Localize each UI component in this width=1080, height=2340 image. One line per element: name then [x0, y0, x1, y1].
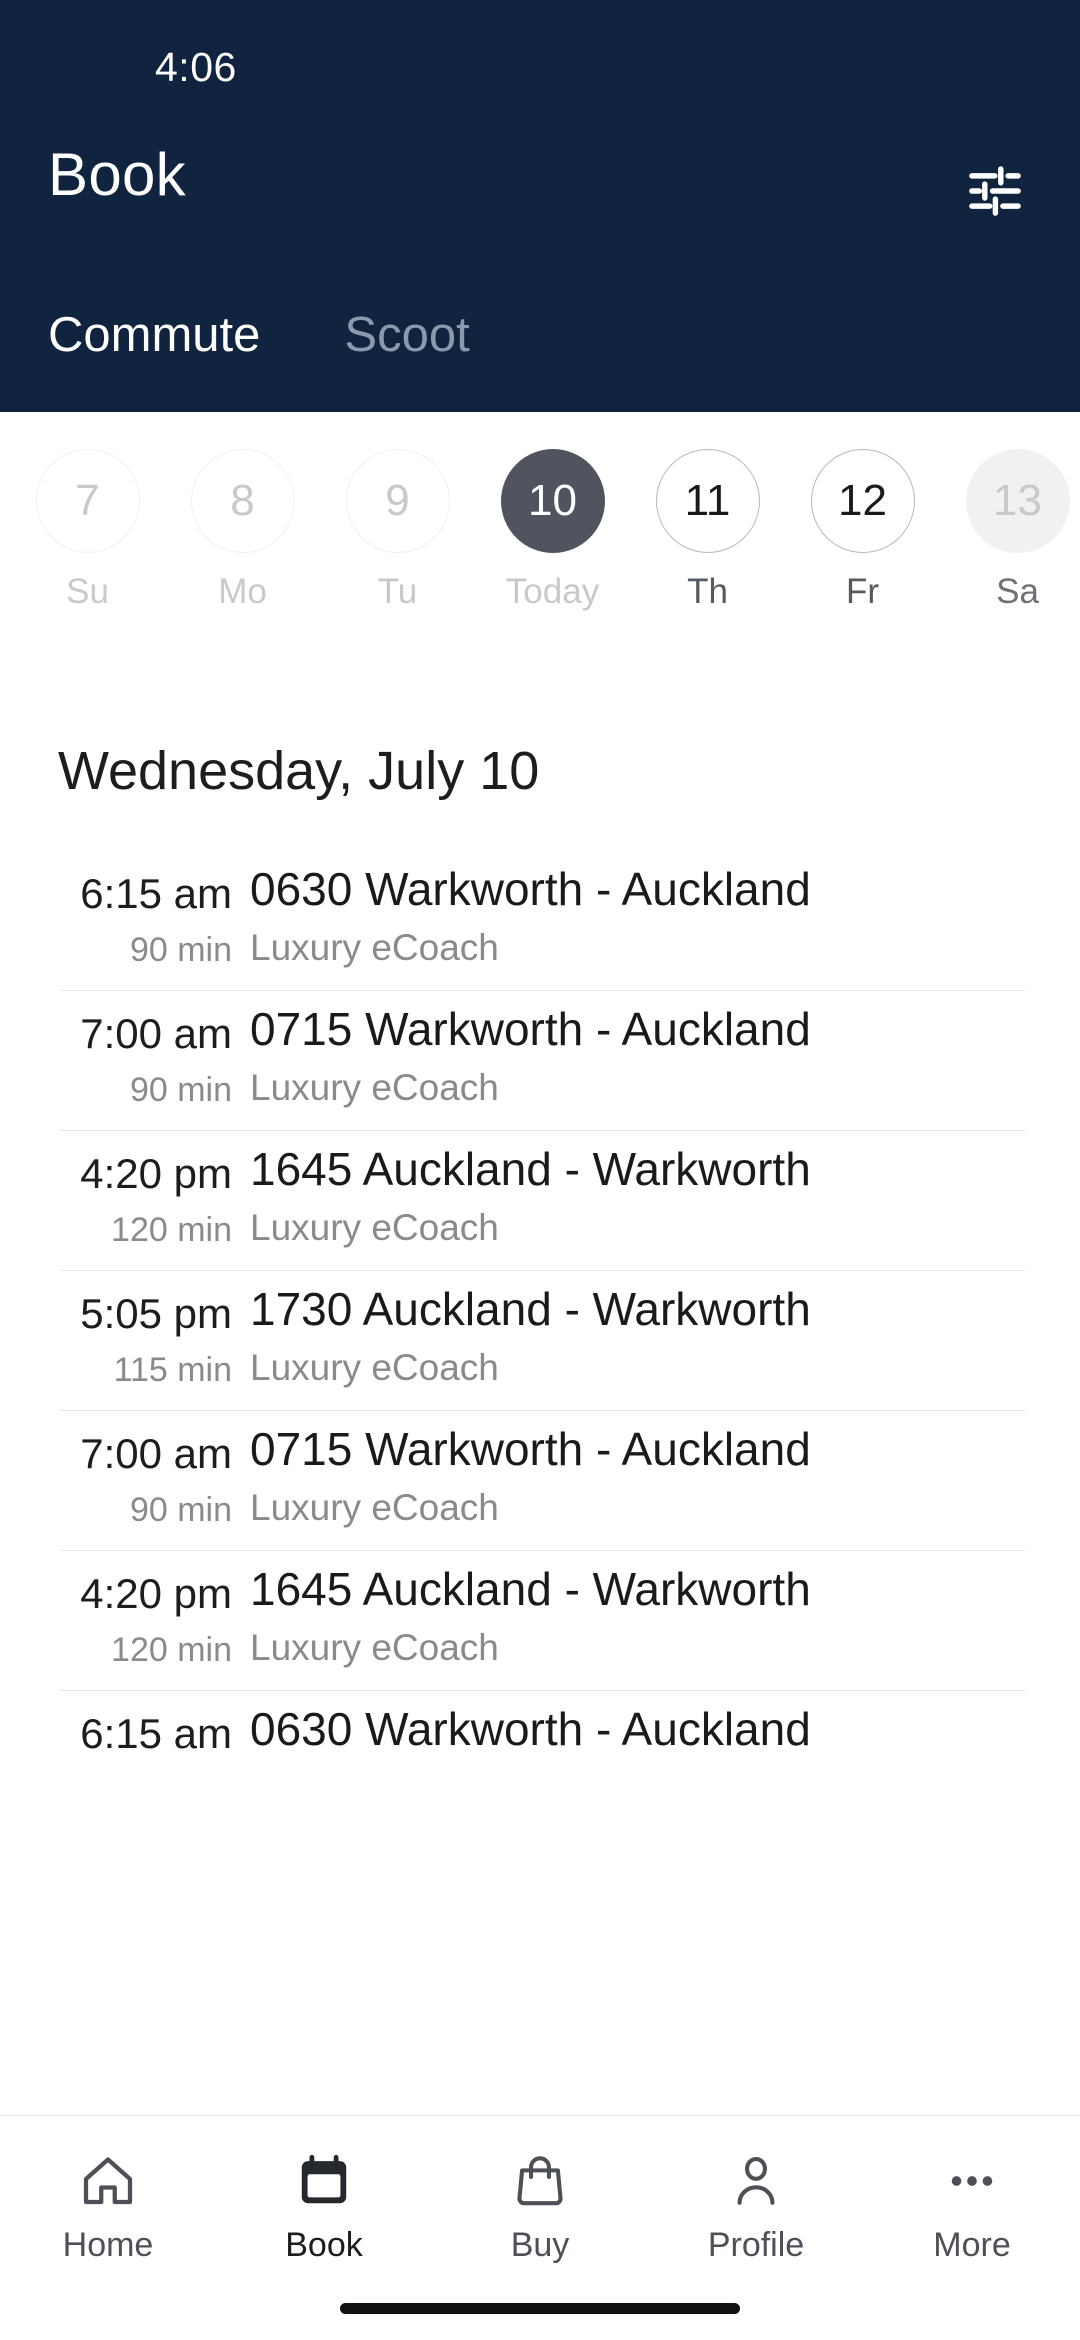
date-cell-7[interactable]: 7 Su [10, 449, 165, 612]
date-number: 7 [35, 449, 140, 553]
trip-departure-time: 6:15 am [80, 1710, 232, 1757]
nav-label-profile: Profile [707, 2226, 805, 2264]
date-weekday: Sa [996, 572, 1039, 611]
trip-info-block: 0715 Warkworth - Auckland Luxury eCoach [250, 990, 1080, 1109]
trip-time-block: 4:20 pm 120 min [0, 1130, 250, 1250]
nav-item-profile[interactable]: Profile [648, 2148, 864, 2265]
bottom-navigation: Home Book Buy Profile More [0, 2115, 1080, 2340]
trip-info-block: 0630 Warkworth - Auckland [250, 1690, 1080, 1767]
date-number: 8 [190, 449, 295, 553]
trip-row[interactable]: 7:00 am 90 min 0715 Warkworth - Auckland… [0, 990, 1080, 1130]
trip-duration: 115 min [113, 1351, 232, 1390]
status-bar: 4:06 [0, 0, 1080, 110]
trip-departure-time: 5:05 pm [80, 1290, 232, 1337]
date-weekday: Fr [845, 572, 880, 611]
trip-service: Luxury eCoach [250, 1207, 499, 1249]
date-cell-13[interactable]: 13 Sa [940, 449, 1080, 612]
trip-duration: 90 min [129, 931, 232, 970]
trip-row[interactable]: 6:15 am 0630 Warkworth - Auckland [0, 1690, 1080, 1830]
home-icon [78, 2148, 138, 2214]
top-bar: 4:06 Book Commute Scoot [0, 0, 1080, 412]
tune-icon [964, 160, 1026, 227]
trip-row[interactable]: 4:20 pm 120 min 1645 Auckland - Warkwort… [0, 1130, 1080, 1270]
trip-departure-time: 7:00 am [80, 1010, 232, 1057]
trip-time-block: 5:05 pm 115 min [0, 1270, 250, 1390]
date-number: 12 [810, 449, 915, 553]
nav-item-home[interactable]: Home [0, 2148, 216, 2265]
nav-item-buy[interactable]: Buy [432, 2148, 648, 2265]
person-icon [727, 2148, 785, 2214]
trip-name: 0630 Warkworth - Auckland [250, 863, 811, 915]
date-cell-9[interactable]: 9 Tu [320, 449, 475, 612]
date-cell-8[interactable]: 8 Mo [165, 449, 320, 612]
trip-info-block: 1645 Auckland - Warkworth Luxury eCoach [250, 1550, 1080, 1669]
trip-info-block: 0630 Warkworth - Auckland Luxury eCoach [250, 850, 1080, 969]
trip-time-block: 6:15 am [0, 1690, 250, 1771]
trip-name: 0715 Warkworth - Auckland [250, 1003, 811, 1055]
date-number: 10 [500, 449, 605, 553]
trip-departure-time: 7:00 am [80, 1430, 232, 1477]
trip-name: 1645 Auckland - Warkworth [250, 1143, 811, 1195]
date-weekday: Tu [377, 572, 418, 611]
date-selector[interactable]: 7 Su 8 Mo 9 Tu 10 Today 11 Th 12 Fr 13 S… [0, 412, 1080, 662]
trip-departure-time: 4:20 pm [80, 1150, 232, 1197]
ellipsis-icon [943, 2148, 1001, 2214]
trip-name: 1645 Auckland - Warkworth [250, 1563, 811, 1615]
nav-label-more: More [933, 2226, 1011, 2264]
date-cell-10-selected[interactable]: 10 Today [475, 449, 630, 612]
nav-label-home: Home [62, 2226, 154, 2264]
trip-duration: 90 min [129, 1071, 232, 1110]
date-number: 11 [655, 449, 760, 553]
trip-time-block: 7:00 am 90 min [0, 990, 250, 1110]
tab-scoot[interactable]: Scoot [330, 300, 483, 371]
date-weekday: Today [505, 572, 600, 611]
date-number: 9 [345, 449, 450, 553]
nav-label-buy: Buy [510, 2226, 570, 2264]
trip-row[interactable]: 6:15 am 90 min 0630 Warkworth - Auckland… [0, 850, 1080, 990]
trip-service: Luxury eCoach [250, 1067, 499, 1109]
app-bar: Book [0, 130, 1080, 260]
trip-departure-time: 6:15 am [80, 870, 232, 917]
date-cell-12[interactable]: 12 Fr [785, 449, 940, 612]
day-heading: Wednesday, July 10 [58, 741, 540, 801]
status-bar-clock: 4:06 [155, 44, 237, 90]
date-number: 13 [965, 449, 1070, 553]
trip-row[interactable]: 5:05 pm 115 min 1730 Auckland - Warkwort… [0, 1270, 1080, 1410]
page-title: Book [48, 141, 186, 208]
trip-time-block: 6:15 am 90 min [0, 850, 250, 970]
trip-service: Luxury eCoach [250, 927, 499, 969]
trip-name: 0630 Warkworth - Auckland [250, 1703, 811, 1755]
trip-duration: 120 min [111, 1211, 232, 1250]
tab-commute[interactable]: Commute [34, 300, 274, 371]
app-screen: 4:06 Book Commute Scoot 7 Su 8 Mo 9 Tu 1… [0, 0, 1080, 2340]
date-weekday: Su [66, 572, 109, 611]
calendar-icon [295, 2148, 353, 2214]
trip-time-block: 7:00 am 90 min [0, 1410, 250, 1530]
nav-label-book: Book [285, 2226, 363, 2264]
trip-list[interactable]: 6:15 am 90 min 0630 Warkworth - Auckland… [0, 850, 1080, 2115]
trip-name: 0715 Warkworth - Auckland [250, 1423, 811, 1475]
tab-bar: Commute Scoot [0, 300, 1080, 412]
trip-name: 1730 Auckland - Warkworth [250, 1283, 811, 1335]
trip-duration: 90 min [129, 1491, 232, 1530]
trip-service: Luxury eCoach [250, 1627, 499, 1669]
date-weekday: Th [687, 572, 728, 611]
trip-service: Luxury eCoach [250, 1347, 499, 1389]
trip-info-block: 1730 Auckland - Warkworth Luxury eCoach [250, 1270, 1080, 1389]
trip-departure-time: 4:20 pm [80, 1570, 232, 1617]
trip-service: Luxury eCoach [250, 1487, 499, 1529]
trip-duration: 120 min [111, 1631, 232, 1670]
trip-time-block: 4:20 pm 120 min [0, 1550, 250, 1670]
trip-info-block: 0715 Warkworth - Auckland Luxury eCoach [250, 1410, 1080, 1529]
trip-info-block: 1645 Auckland - Warkworth Luxury eCoach [250, 1130, 1080, 1249]
home-indicator [340, 2303, 740, 2314]
trip-row[interactable]: 4:20 pm 120 min 1645 Auckland - Warkwort… [0, 1550, 1080, 1690]
nav-item-book[interactable]: Book [216, 2148, 432, 2265]
date-weekday: Mo [218, 572, 267, 611]
filter-button[interactable] [950, 148, 1040, 238]
bag-icon [511, 2148, 569, 2214]
trip-row[interactable]: 7:00 am 90 min 0715 Warkworth - Auckland… [0, 1410, 1080, 1550]
date-cell-11[interactable]: 11 Th [630, 449, 785, 612]
nav-item-more[interactable]: More [864, 2148, 1080, 2265]
